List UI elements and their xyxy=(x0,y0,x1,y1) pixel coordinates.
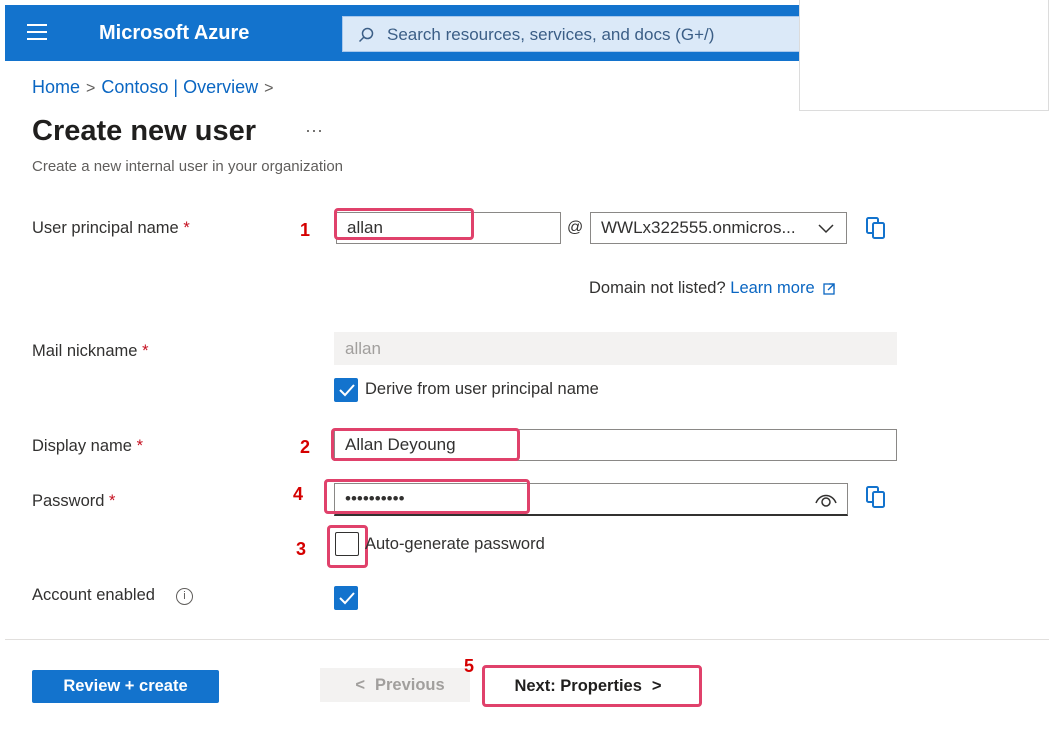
display-name-input[interactable]: Allan Deyoung xyxy=(334,429,897,461)
annotation-4: 4 xyxy=(293,484,304,504)
chevron-right-icon: > xyxy=(651,676,662,695)
domain-value: WWLx322555.onmicros... xyxy=(601,218,796,237)
annotation-3: 3 xyxy=(296,539,307,559)
overlay-panel xyxy=(799,0,1049,111)
page-title: Create new user xyxy=(32,115,257,147)
more-options-icon[interactable]: ··· xyxy=(305,120,323,141)
brand-title[interactable]: Microsoft Azure xyxy=(99,22,249,45)
checkmark-icon xyxy=(339,592,355,605)
copy-icon[interactable] xyxy=(866,486,886,508)
autogen-label: Auto-generate password xyxy=(365,535,545,553)
account-enabled-label: Account enabled xyxy=(32,586,155,604)
info-icon[interactable]: i xyxy=(176,588,193,605)
annotation-2: 2 xyxy=(300,437,311,457)
mail-nickname-label: Mail nickname * xyxy=(32,342,149,360)
top-nav-bar: Microsoft Azure Search resources, servic… xyxy=(5,5,805,61)
at-sign: @ xyxy=(567,219,584,236)
chevron-left-icon: < xyxy=(355,675,365,694)
chevron-down-icon xyxy=(818,224,834,234)
account-enabled-checkbox[interactable] xyxy=(334,586,358,610)
required-mark: * xyxy=(183,219,190,237)
breadcrumb-overview[interactable]: Contoso | Overview xyxy=(101,77,258,97)
breadcrumb-home[interactable]: Home xyxy=(32,77,80,97)
search-placeholder: Search resources, services, and docs (G+… xyxy=(387,25,715,44)
password-label: Password * xyxy=(32,492,116,510)
display-name-label: Display name * xyxy=(32,437,143,455)
search-icon xyxy=(358,27,374,43)
menu-icon[interactable] xyxy=(27,24,49,42)
domain-dropdown[interactable]: WWLx322555.onmicros... xyxy=(590,212,847,244)
domain-helper-text: Domain not listed? Learn more xyxy=(589,279,835,298)
chevron-right-icon: > xyxy=(264,80,274,97)
annotation-5: 5 xyxy=(464,656,475,676)
derive-checkbox[interactable] xyxy=(334,378,358,402)
mail-nickname-input: allan xyxy=(334,332,897,365)
password-value: •••••••••• xyxy=(345,489,405,508)
next-properties-button[interactable]: Next: Properties > xyxy=(489,669,697,703)
annotation-1: 1 xyxy=(300,220,311,240)
copy-icon[interactable] xyxy=(866,217,886,239)
learn-more-link[interactable]: Learn more xyxy=(730,279,814,297)
chevron-right-icon: > xyxy=(86,80,96,97)
upn-label: User principal name * xyxy=(32,219,190,237)
review-create-button[interactable]: Review + create xyxy=(32,670,219,703)
eye-icon[interactable] xyxy=(815,490,837,508)
upn-input[interactable]: allan xyxy=(336,212,561,244)
breadcrumb: Home > Contoso | Overview > xyxy=(32,77,279,98)
previous-button: < Previous xyxy=(320,668,470,702)
autogen-password-checkbox[interactable] xyxy=(335,532,359,556)
external-link-icon xyxy=(823,282,835,295)
page-subtitle: Create a new internal user in your organ… xyxy=(32,158,344,175)
global-search[interactable]: Search resources, services, and docs (G+… xyxy=(342,16,802,52)
footer-divider xyxy=(5,639,1049,640)
checkmark-icon xyxy=(339,384,355,397)
derive-label: Derive from user principal name xyxy=(365,380,599,398)
password-input[interactable]: •••••••••• xyxy=(334,483,848,516)
